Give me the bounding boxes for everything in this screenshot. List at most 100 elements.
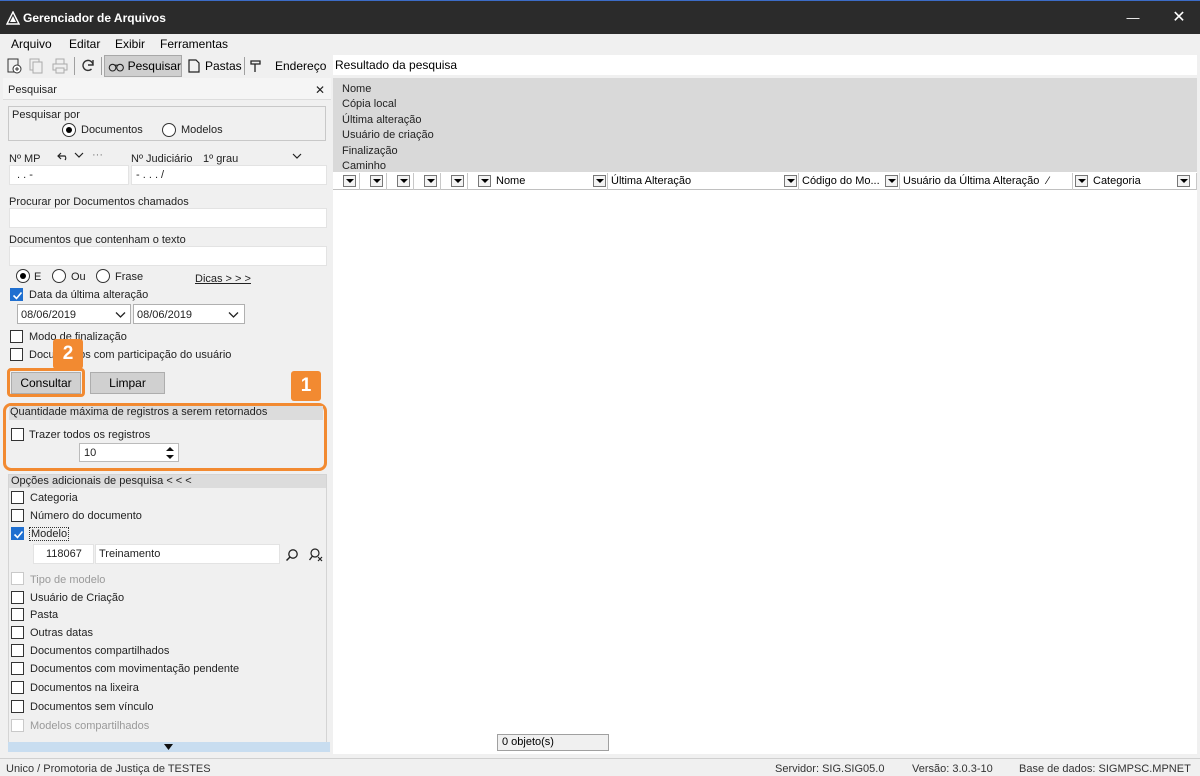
clear-search-icon[interactable]	[308, 547, 324, 563]
undo-icon[interactable]	[57, 150, 69, 162]
date-from-value: 08/06/2019	[21, 309, 77, 321]
participacao-checkbox[interactable]	[10, 348, 23, 361]
column-filter-dropdown-icon[interactable]	[784, 175, 797, 187]
app-logo-icon	[6, 11, 20, 25]
mp-input[interactable]: . . -	[9, 165, 129, 185]
column-filter-dropdown-icon[interactable]	[397, 175, 410, 187]
opcoes-section-header[interactable]: Opções adicionais de pesquisa < < <	[9, 475, 326, 488]
doc-compartilhados-checkbox[interactable]	[11, 644, 24, 657]
menu-arquivo[interactable]: Arquivo	[11, 37, 52, 51]
column-filter-dropdown-icon[interactable]	[370, 175, 383, 187]
search-panel: Pesquisar ✕ Pesquisar por Documentos Mod…	[3, 78, 331, 754]
date-from-picker[interactable]: 08/06/2019	[17, 304, 131, 324]
calendar-chevron-down-icon	[228, 312, 239, 318]
minimize-button[interactable]: —	[1118, 7, 1148, 29]
close-window-button[interactable]: ✕	[1164, 7, 1194, 29]
modo-finalizacao-checkbox[interactable]	[10, 330, 23, 343]
quantidade-title: Quantidade máxima de registros a serem r…	[10, 406, 268, 418]
column-filter-dropdown-icon[interactable]	[593, 175, 606, 187]
column-icon2[interactable]	[360, 173, 387, 190]
column-filter-dropdown-icon[interactable]	[885, 175, 898, 187]
radio-ou[interactable]	[52, 269, 66, 283]
column-ultima-alteracao[interactable]: Última Alteração	[591, 173, 799, 190]
date-to-picker[interactable]: 08/06/2019	[133, 304, 245, 324]
radio-modelos-label: Modelos	[181, 124, 223, 136]
categoria-label: Categoria	[30, 492, 78, 504]
usuario-criacao-checkbox[interactable]	[11, 591, 24, 604]
chevron-down-icon[interactable]	[74, 151, 84, 159]
info-line-usuario: Usuário de criação	[342, 129, 434, 142]
outras-datas-checkbox[interactable]	[11, 626, 24, 639]
modelo-codigo-value: 118067	[46, 548, 82, 560]
column-filter-dropdown-icon[interactable]	[424, 175, 437, 187]
modelos-compartilhados-checkbox[interactable]	[11, 719, 24, 732]
column-icon1[interactable]	[333, 173, 360, 190]
column-icon4[interactable]	[414, 173, 441, 190]
copy-button[interactable]	[27, 55, 45, 77]
title-bar: Gerenciador de Arquivos — ✕	[0, 0, 1200, 34]
modelo-checkbox[interactable]	[11, 527, 24, 540]
refresh-button[interactable]	[79, 55, 97, 77]
judicial-mask: - . . . /	[136, 169, 165, 181]
doc-sem-vinculo-checkbox[interactable]	[11, 700, 24, 713]
judicial-input[interactable]: - . . . /	[131, 165, 327, 185]
modelo-nome-input[interactable]: Treinamento	[95, 544, 280, 564]
column-nome[interactable]: Nome	[468, 173, 608, 190]
dicas-link[interactable]: Dicas > > >	[195, 273, 251, 285]
radio-frase[interactable]	[96, 269, 110, 283]
results-column-header: Nome Última Alteração Código do Mo... Us…	[333, 173, 1197, 190]
printer-icon	[52, 58, 68, 74]
print-button[interactable]	[51, 55, 69, 77]
menu-editar[interactable]: Editar	[69, 37, 100, 51]
column-icon3[interactable]	[387, 173, 414, 190]
radio-e[interactable]	[16, 269, 30, 283]
search-panel-header: Pesquisar ✕	[3, 78, 331, 100]
objects-count: 0 objeto(s)	[497, 734, 609, 751]
menu-exibir[interactable]: Exibir	[115, 37, 145, 51]
column-filter-dropdown-icon[interactable]	[343, 175, 356, 187]
doc-mov-pendente-checkbox[interactable]	[11, 662, 24, 675]
limpar-button[interactable]: Limpar	[90, 372, 165, 394]
pasta-checkbox[interactable]	[11, 608, 24, 621]
column-categoria[interactable]: Categoria	[1073, 173, 1197, 190]
procurar-input[interactable]	[9, 208, 327, 228]
usuario-criacao-label: Usuário de Criação	[30, 592, 125, 604]
modelos-compartilhados-label: Modelos compartilhados	[30, 720, 150, 732]
scroll-down-strip[interactable]	[8, 742, 330, 752]
endereco-label: Endereço	[275, 59, 327, 73]
search-icon[interactable]	[285, 548, 299, 562]
consultar-button[interactable]: Consultar	[11, 372, 81, 394]
column-usuario-ultima[interactable]: Usuário da Última Alteração ⁄	[883, 173, 1073, 190]
data-ultima-checkbox[interactable]	[10, 288, 23, 301]
endereco-button[interactable]: Endereço	[248, 55, 326, 77]
column-filter-dropdown-icon[interactable]	[451, 175, 464, 187]
column-filter-dropdown-icon[interactable]	[1177, 175, 1190, 187]
pesquisar-toggle-button[interactable]: Pesquisar	[104, 55, 182, 77]
info-line-finalizacao: Finalização	[342, 144, 398, 157]
more-options-button[interactable]: ···	[92, 149, 103, 161]
info-line-copia: Cópia local	[342, 98, 397, 111]
grau-chevron-down-icon[interactable]	[292, 152, 302, 160]
grau-select[interactable]: 1º grau	[203, 153, 238, 165]
doc-lixeira-checkbox[interactable]	[11, 681, 24, 694]
outras-datas-label: Outras datas	[30, 627, 93, 639]
menu-ferramentas[interactable]: Ferramentas	[160, 37, 228, 51]
contenham-input[interactable]	[9, 246, 327, 266]
max-registros-spinner[interactable]: 10	[79, 443, 179, 462]
modelo-codigo-input[interactable]: 118067	[33, 544, 94, 564]
tipo-modelo-checkbox[interactable]	[11, 572, 24, 585]
trazer-todos-checkbox[interactable]	[11, 428, 24, 441]
contenham-label: Documentos que contenham o texto	[9, 234, 186, 246]
categoria-checkbox[interactable]	[11, 491, 24, 504]
radio-modelos[interactable]	[162, 123, 176, 137]
spinner-arrows-icon[interactable]	[165, 445, 175, 461]
column-filter-dropdown-icon[interactable]	[478, 175, 491, 187]
close-panel-button[interactable]: ✕	[315, 83, 325, 97]
results-header: Resultado da pesquisa	[333, 55, 1197, 75]
pastas-button[interactable]: Pastas	[186, 55, 242, 77]
new-document-button[interactable]	[5, 55, 23, 77]
numero-documento-checkbox[interactable]	[11, 509, 24, 522]
column-filter-dropdown-icon[interactable]	[1075, 175, 1088, 187]
column-icon5[interactable]	[441, 173, 468, 190]
radio-documentos[interactable]	[62, 123, 76, 137]
